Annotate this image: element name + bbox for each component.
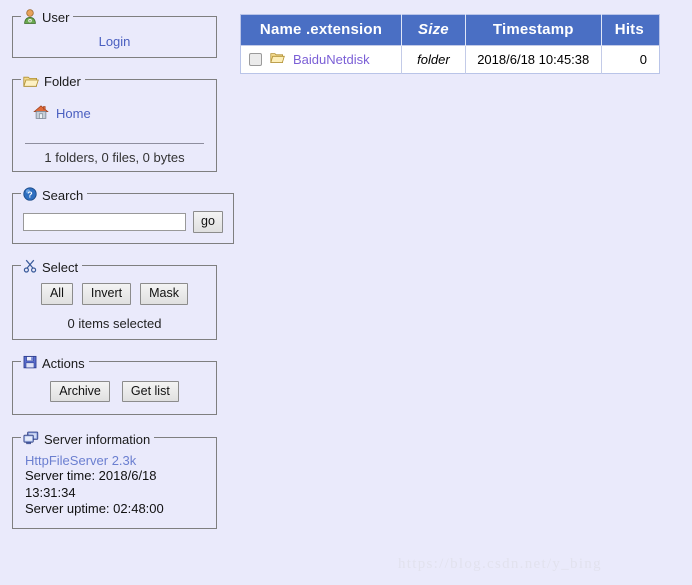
scissors-icon (23, 259, 37, 273)
file-table-header-row: Name .extension Size Timestamp Hits (240, 14, 660, 46)
select-invert-button[interactable]: Invert (81, 283, 132, 305)
watermark-text: https://blog.csdn.net/y_bing (398, 556, 602, 572)
cell-name: BaiduNetdisk (240, 45, 403, 74)
folder-panel-legend: Folder (21, 72, 85, 88)
search-go-button[interactable]: go (193, 211, 223, 233)
get-list-button[interactable]: Get list (121, 381, 179, 403)
user-panel-title: User (42, 10, 70, 26)
user-icon (23, 9, 37, 24)
select-panel-legend: Select (21, 258, 82, 274)
select-all-button[interactable]: All (40, 283, 73, 305)
actions-panel-title: Actions (42, 355, 85, 371)
server-panel-title: Server information (44, 431, 151, 447)
floppy-disk-icon (23, 355, 37, 369)
server-version: HttpFileServer 2.3k (25, 453, 137, 468)
folder-stats: 1 folders, 0 files, 0 bytes (44, 149, 185, 165)
server-panel-legend: Server information (21, 429, 154, 447)
search-row: go (23, 211, 223, 233)
file-table-body: BaiduNetdisk folder 2018/6/18 10:45:38 0 (240, 45, 660, 74)
page-root: User Login Folder Home 1 folders, 0 file… (0, 0, 692, 585)
home-icon (33, 104, 49, 123)
table-row: BaiduNetdisk folder 2018/6/18 10:45:38 0 (240, 45, 660, 74)
folder-divider (25, 142, 204, 144)
selected-items-count: 0 items selected (67, 315, 162, 331)
actions-panel-legend: Actions (21, 354, 89, 370)
file-name-link[interactable]: BaiduNetdisk (293, 52, 370, 67)
search-panel: ? Search go (12, 185, 234, 244)
file-table-head: Name .extension Size Timestamp Hits (240, 14, 660, 46)
login-row: Login (21, 30, 208, 51)
column-header-name[interactable]: Name .extension (240, 14, 403, 46)
user-panel-legend: User (21, 8, 73, 24)
select-button-row: All Invert Mask (21, 283, 208, 305)
search-panel-legend: ? Search (21, 186, 87, 202)
file-listing-table: Name .extension Size Timestamp Hits Baid… (240, 14, 660, 74)
column-header-timestamp[interactable]: Timestamp (465, 14, 602, 46)
server-information-panel: Server information HttpFileServer 2.3k S… (12, 429, 217, 529)
sidebar: User Login Folder Home 1 folders, 0 file… (12, 8, 234, 543)
select-mask-button[interactable]: Mask (140, 283, 189, 305)
archive-button[interactable]: Archive (50, 381, 110, 403)
open-folder-icon (23, 74, 39, 88)
search-input[interactable] (23, 212, 186, 231)
column-header-hits[interactable]: Hits (601, 14, 660, 46)
search-panel-title: Search (42, 187, 84, 203)
home-row[interactable]: Home (33, 104, 208, 123)
help-question-icon: ? (23, 187, 37, 201)
actions-button-row: Archive Get list (21, 381, 208, 403)
row-select-checkbox[interactable] (249, 52, 262, 66)
cell-size: folder (401, 45, 466, 74)
login-link[interactable]: Login (99, 34, 131, 49)
actions-panel: Actions Archive Get list (12, 353, 217, 416)
user-panel: User Login (12, 8, 217, 59)
folder-icon (270, 51, 285, 67)
svg-text:?: ? (27, 190, 32, 200)
server-uptime: Server uptime: 02:48:00 (25, 501, 164, 517)
server-time: Server time: 2018/6/18 13:31:34 (25, 468, 157, 500)
select-panel-title: Select (42, 259, 79, 275)
cell-hits: 0 (601, 45, 660, 74)
cell-timestamp: 2018/6/18 10:45:38 (465, 45, 602, 74)
column-header-size[interactable]: Size (401, 14, 466, 46)
home-link[interactable]: Home (56, 106, 91, 121)
computer-icon (23, 431, 39, 445)
select-panel: Select All Invert Mask 0 items selected (12, 257, 217, 340)
folder-panel: Folder Home 1 folders, 0 files, 0 bytes (12, 72, 217, 172)
main-content: Name .extension Size Timestamp Hits Baid… (240, 14, 660, 74)
folder-panel-title: Folder (44, 74, 81, 90)
